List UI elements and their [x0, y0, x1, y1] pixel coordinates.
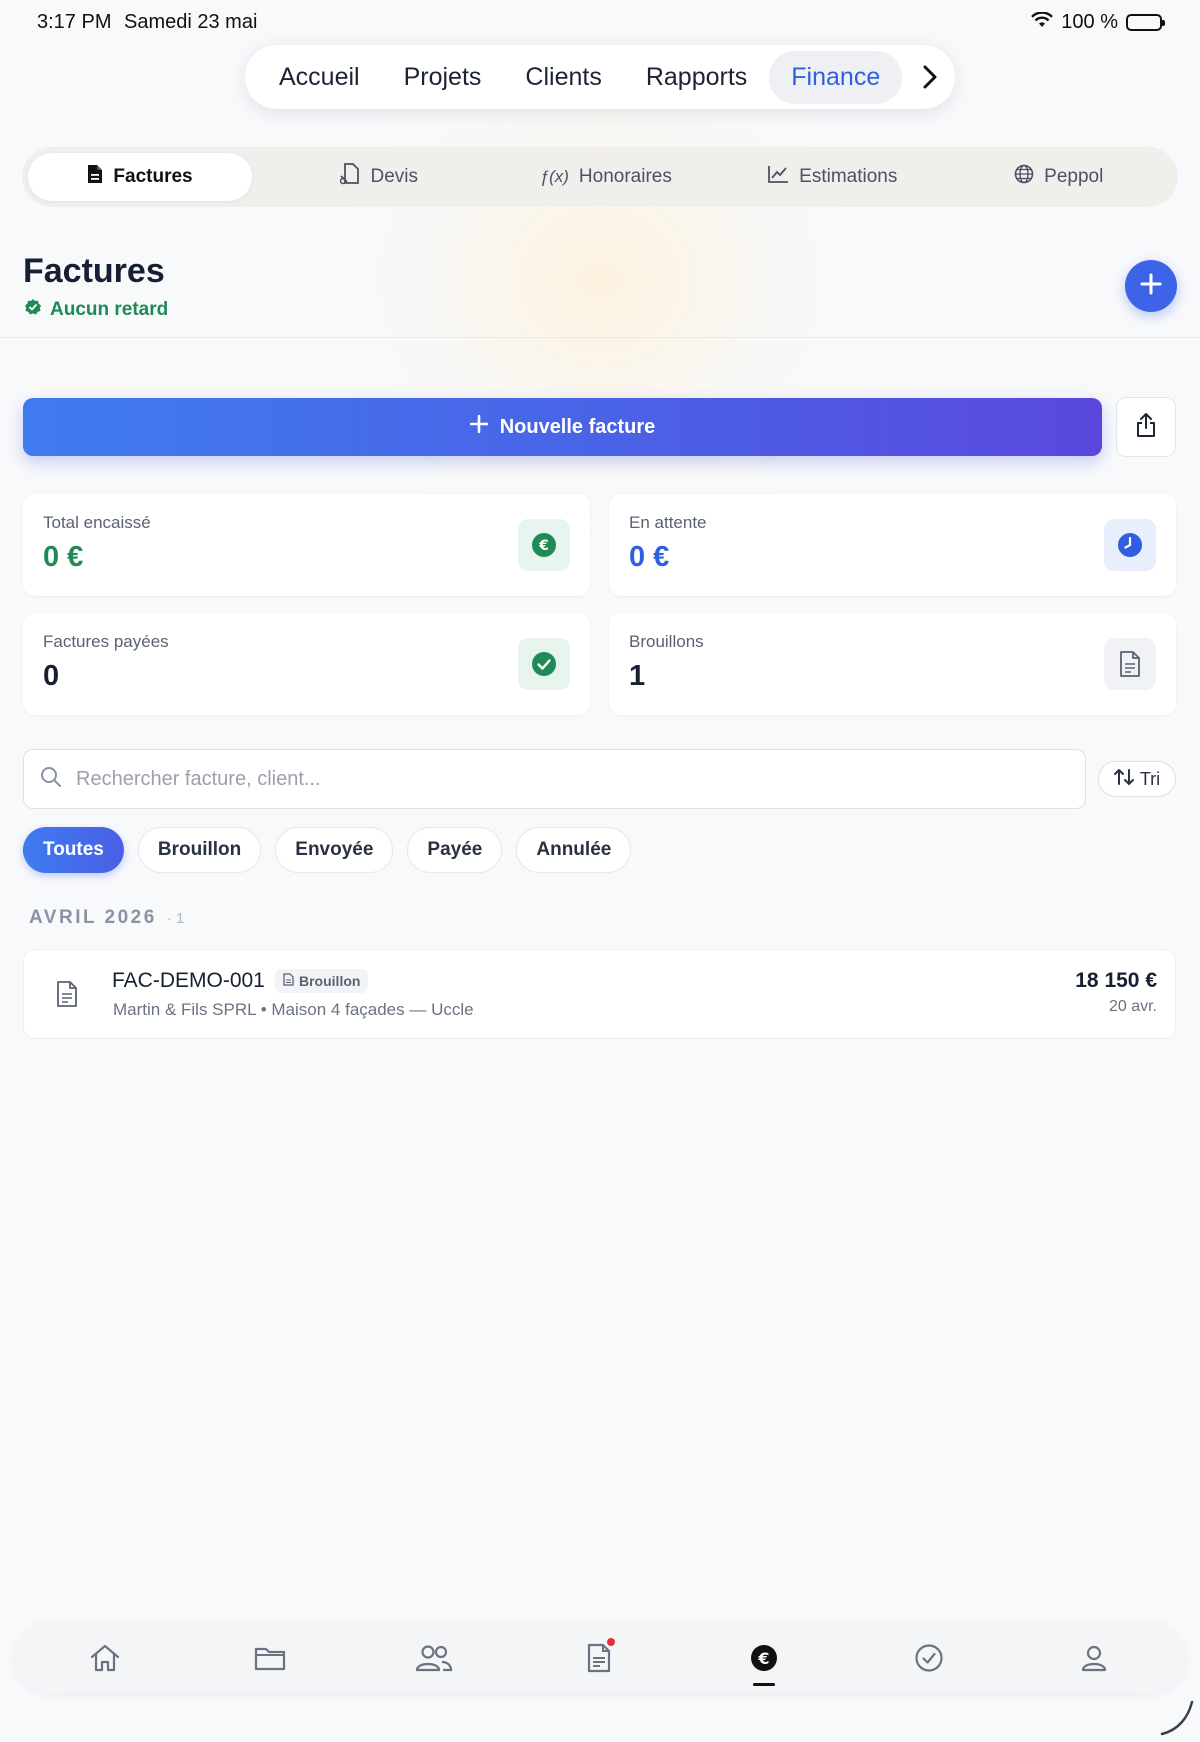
stat-value: 0 € [629, 541, 670, 573]
invoice-date: 20 avr. [1108, 998, 1157, 1015]
status-filters: Toutes Brouillon Envoyée Payée Annulée [23, 827, 632, 873]
tab-honoraires[interactable]: ƒ(x) Honoraires [493, 153, 720, 201]
tab-label: Devis [370, 166, 418, 187]
month-group-title: AVRIL 2026 [29, 907, 157, 928]
battery-percentage: 100 % [1061, 11, 1118, 33]
stat-label: Total encaissé [43, 513, 151, 532]
nav-item-projets[interactable]: Projets [382, 51, 504, 104]
stat-card-en-attente: En attente 0 € [609, 494, 1176, 596]
invoice-amount: 18 150 € [1075, 969, 1157, 992]
sort-icon [1113, 768, 1134, 791]
globe-icon [1014, 164, 1034, 190]
stat-value: 0 € [43, 541, 84, 573]
stat-value: 1 [629, 660, 646, 692]
filter-envoyee[interactable]: Envoyée [275, 827, 394, 873]
status-bar: 3:17 PM Samedi 23 mai 100 % [0, 0, 1200, 46]
plus-icon [1140, 273, 1162, 300]
euro-icon: € [518, 519, 570, 571]
month-group-count: · 1 [166, 910, 185, 927]
plus-icon [469, 414, 488, 439]
active-tab-indicator [753, 1683, 775, 1686]
wifi-icon [1031, 11, 1054, 34]
header-divider [0, 337, 1200, 338]
document-icon [56, 981, 78, 1012]
nav-item-finance[interactable]: Finance [769, 50, 903, 104]
invoice-meta: Martin & Fils SPRL • Maison 4 façades — … [113, 1000, 474, 1020]
battery-icon [1126, 14, 1165, 31]
svg-text:€: € [757, 1649, 769, 1668]
bottom-tab-bar: € [15, 1622, 1185, 1692]
check-icon [518, 638, 570, 690]
status-indicators: 100 % [1031, 11, 1165, 34]
svg-text:€: € [538, 538, 549, 554]
euro-icon[interactable]: € [742, 1636, 786, 1686]
filter-brouillon[interactable]: Brouillon [137, 827, 262, 873]
users-icon[interactable] [412, 1636, 456, 1680]
invoice-client: Martin & Fils SPRL [113, 1000, 256, 1019]
tab-factures[interactable]: Factures [28, 153, 252, 201]
document-icon[interactable] [577, 1636, 621, 1680]
sort-label: Tri [1139, 768, 1161, 789]
tab-label: Estimations [799, 166, 898, 187]
check-circle-icon[interactable] [907, 1636, 951, 1680]
invoice-number: FAC-DEMO-001 [112, 969, 265, 992]
search-icon [40, 766, 62, 793]
quote-doc-icon [340, 163, 360, 191]
add-button[interactable] [1125, 260, 1177, 312]
folder-icon[interactable] [248, 1636, 292, 1680]
overdue-status: Aucun retard [24, 298, 168, 322]
status-badge-label: Brouillon [299, 973, 361, 989]
draft-doc-icon [283, 973, 294, 989]
function-icon: ƒ(x) [539, 167, 569, 186]
status-time: 3:17 PM [37, 11, 112, 33]
verified-badge-icon [24, 298, 42, 322]
draft-doc-icon [1104, 638, 1156, 690]
new-invoice-button[interactable]: Nouvelle facture [23, 398, 1102, 456]
document-icon [87, 164, 103, 190]
invoice-project: Maison 4 façades — Uccle [271, 1000, 474, 1019]
tab-label: Honoraires [578, 166, 672, 187]
share-button[interactable] [1116, 397, 1176, 457]
stat-label: Brouillons [629, 632, 704, 651]
finance-sub-tabs: Factures Devis ƒ(x) Honoraires Estimatio… [22, 147, 1178, 207]
tab-devis[interactable]: Devis [266, 153, 493, 201]
nav-item-rapports[interactable]: Rapports [624, 51, 769, 104]
status-date: Samedi 23 mai [124, 11, 258, 33]
chart-icon [767, 164, 789, 190]
month-group-header: AVRIL 2026 · 1 [29, 907, 184, 929]
meta-separator: • [260, 1000, 272, 1019]
tab-label: Factures [113, 166, 193, 187]
clock-icon [1104, 519, 1156, 571]
tab-estimations[interactable]: Estimations [719, 153, 946, 201]
tab-peppol[interactable]: Peppol [946, 153, 1173, 201]
sort-button[interactable]: Tri [1098, 761, 1176, 797]
nav-item-accueil[interactable]: Accueil [257, 51, 382, 104]
page-title: Factures [23, 252, 165, 290]
stat-label: En attente [629, 513, 707, 532]
tab-label: Peppol [1044, 166, 1104, 187]
stat-card-factures-payees: Factures payées 0 [23, 613, 590, 715]
chevron-right-icon[interactable] [919, 63, 941, 91]
home-icon[interactable] [83, 1636, 127, 1680]
invoice-row[interactable]: FAC-DEMO-001 Brouillon Martin & Fils SPR… [23, 949, 1176, 1039]
stat-label: Factures payées [43, 632, 169, 651]
notification-dot [607, 1638, 615, 1646]
search-box [23, 749, 1086, 809]
stat-value: 0 [43, 660, 60, 692]
new-invoice-label: Nouvelle facture [499, 415, 656, 438]
filter-toutes[interactable]: Toutes [23, 827, 124, 873]
stat-card-brouillons: Brouillons 1 [609, 613, 1176, 715]
top-navigation: Accueil Projets Clients Rapports Finance [245, 45, 955, 109]
nav-item-clients[interactable]: Clients [503, 51, 623, 104]
filter-payee[interactable]: Payée [407, 827, 503, 873]
user-icon[interactable] [1072, 1636, 1116, 1680]
status-badge: Brouillon [275, 969, 369, 993]
overdue-status-text: Aucun retard [50, 299, 169, 320]
share-icon [1135, 412, 1157, 443]
scroll-indicator-arc [1158, 1700, 1194, 1741]
stat-card-total-encaisse: Total encaissé 0 € € [23, 494, 590, 596]
filter-annulee[interactable]: Annulée [516, 827, 632, 873]
search-input[interactable] [76, 767, 1036, 791]
